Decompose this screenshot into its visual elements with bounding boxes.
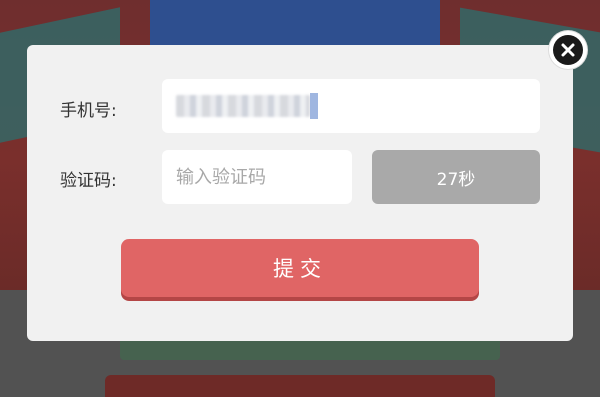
- verification-code-input[interactable]: [162, 150, 352, 204]
- background-button: [105, 375, 495, 397]
- submit-button[interactable]: 提交: [121, 239, 479, 297]
- phone-label: 手机号:: [60, 101, 117, 121]
- close-icon: [553, 35, 583, 65]
- phone-number-masked: [176, 95, 310, 117]
- text-cursor: [310, 93, 318, 119]
- countdown-button[interactable]: 27秒: [372, 150, 540, 204]
- close-button[interactable]: [549, 31, 587, 69]
- phone-input[interactable]: [162, 79, 540, 133]
- code-label: 验证码:: [60, 171, 117, 191]
